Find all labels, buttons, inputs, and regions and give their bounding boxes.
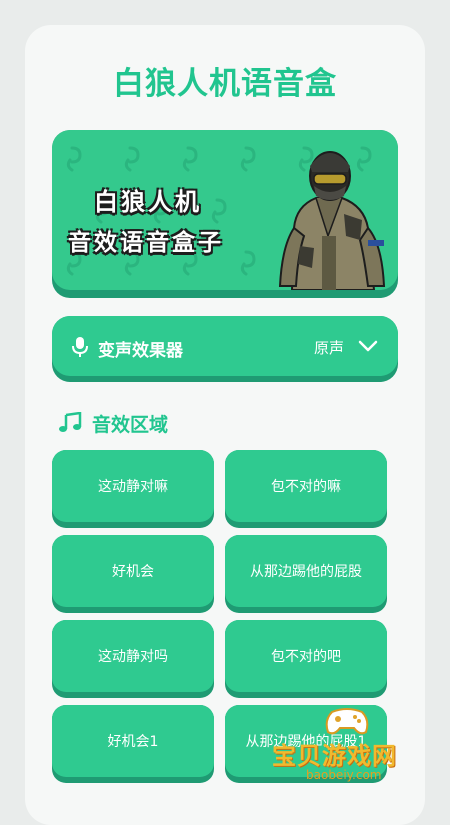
sound-button[interactable]: 包不对的嘛 — [225, 450, 387, 528]
sound-button[interactable]: 这动静对嘛 — [52, 450, 214, 528]
app-title: 白狼人机语音盒 — [113, 66, 337, 102]
chevron-down-icon[interactable] — [358, 339, 378, 353]
banner-face: 白狼人机 音效语音盒子 — [52, 130, 398, 290]
sound-button[interactable]: 好机会1 — [52, 705, 214, 783]
banner-title-line1: 白狼人机 — [94, 188, 202, 216]
watermark-url: baobeiy.com — [306, 768, 382, 782]
sound-button-label: 好机会1 — [107, 734, 159, 750]
sound-button[interactable]: 包不对的吧 — [225, 620, 387, 698]
watermark-text: 宝贝游戏网 — [272, 742, 397, 770]
sound-button-label: 从那边踢他的屁股 — [250, 564, 362, 580]
voice-changer-face[interactable]: 变声效果器 原声 — [52, 316, 398, 376]
sound-button-face[interactable]: 好机会 — [52, 535, 214, 607]
sound-button-face[interactable]: 包不对的嘛 — [225, 450, 387, 522]
gamepad-icon — [325, 708, 369, 735]
sound-button-label: 包不对的吧 — [271, 649, 341, 665]
sound-button[interactable]: 从那边踢他的屁股 — [225, 535, 387, 613]
voice-changer-dropdown[interactable]: 变声效果器 原声 — [52, 316, 398, 382]
sound-button-label: 这动静对嘛 — [98, 479, 168, 495]
sound-button-face[interactable]: 这动静对吗 — [52, 620, 214, 692]
sound-button-face[interactable]: 从那边踢他的屁股 — [225, 535, 387, 607]
music-note-icon — [59, 412, 82, 432]
sound-button[interactable]: 这动静对吗 — [52, 620, 214, 698]
section-title: 音效区域 — [92, 414, 169, 436]
soldier-illustration — [278, 151, 386, 290]
sound-button-label: 这动静对吗 — [98, 649, 168, 665]
voice-changer-value[interactable]: 原声 — [314, 337, 344, 358]
sound-button[interactable]: 好机会 — [52, 535, 214, 613]
sound-button-label: 好机会 — [112, 564, 154, 580]
sound-button-face[interactable]: 这动静对嘛 — [52, 450, 214, 522]
sound-button-label: 包不对的嘛 — [271, 479, 341, 495]
mic-icon — [72, 337, 88, 357]
banner: 白狼人机 音效语音盒子 — [52, 130, 398, 298]
watermark: 宝贝游戏网 baobeiy.com — [272, 706, 422, 796]
sound-button-face[interactable]: 好机会1 — [52, 705, 214, 777]
banner-title-line2: 音效语音盒子 — [68, 230, 224, 256]
voice-changer-label: 变声效果器 — [98, 341, 183, 361]
sound-button-face[interactable]: 包不对的吧 — [225, 620, 387, 692]
